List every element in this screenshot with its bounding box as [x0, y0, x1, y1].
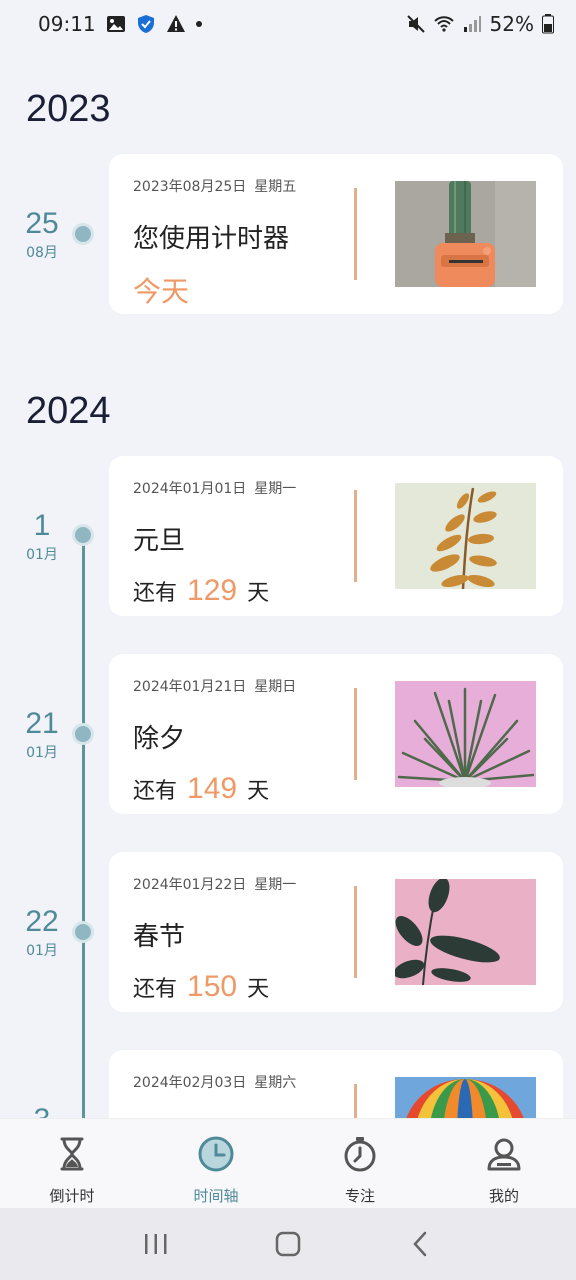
event-full-date: 2024年02月03日 星期六 — [133, 1075, 297, 1091]
event-month: 08月 — [26, 245, 58, 261]
event-image — [395, 483, 536, 589]
home-button[interactable] — [268, 1224, 308, 1264]
event-date: 22 01月 — [14, 906, 70, 960]
year-heading: 2023 — [26, 88, 111, 130]
event-card[interactable]: 2024年01月01日 星期一 元旦 还有 129 天 — [109, 456, 563, 616]
event-full-date: 2024年01月01日 星期一 — [133, 481, 297, 497]
status-time: 09:11 — [38, 12, 96, 36]
days-remaining: 129 — [187, 574, 238, 607]
recents-icon — [145, 1234, 167, 1254]
event-title: 您使用计时器 — [133, 224, 290, 254]
nav-focus[interactable]: 专注 — [288, 1119, 432, 1208]
card-divider — [354, 490, 357, 582]
days-remaining: 150 — [187, 970, 238, 1003]
event-image — [395, 879, 536, 985]
event-date: 1 01月 — [14, 510, 70, 564]
timeline-node — [72, 921, 94, 943]
nav-label: 专注 — [344, 1187, 375, 1205]
nav-timeline[interactable]: 时间轴 — [144, 1119, 288, 1208]
user-icon — [487, 1138, 521, 1171]
event-day: 1 — [33, 509, 51, 542]
event-date: 3 — [14, 1104, 70, 1119]
event-date: 21 01月 — [14, 708, 70, 762]
countdown: 还有 149 天 — [133, 772, 270, 805]
event-full-date: 2024年01月22日 星期一 — [133, 877, 297, 893]
timeline-node — [72, 723, 94, 745]
timeline-node — [72, 223, 94, 245]
year-heading: 2024 — [26, 390, 111, 432]
days-remaining: 149 — [187, 772, 238, 805]
event-date: 25 08月 — [14, 208, 70, 262]
countdown: 还有 129 天 — [133, 574, 270, 607]
card-divider — [354, 886, 357, 978]
event-full-date: 2024年01月21日 星期日 — [133, 679, 297, 695]
bottom-nav: 倒计时 时间轴 专注 我的 — [0, 1118, 576, 1208]
event-month: 01月 — [26, 943, 58, 959]
nav-label: 倒计时 — [49, 1187, 95, 1205]
event-card[interactable]: 2023年08月25日 星期五 您使用计时器 今天 — [109, 154, 563, 314]
event-month: 01月 — [26, 547, 58, 563]
shield-icon — [137, 15, 154, 33]
warning-icon — [166, 15, 185, 32]
battery-icon — [542, 14, 554, 34]
card-divider — [354, 1084, 357, 1118]
event-day: 3 — [14, 1104, 70, 1119]
event-card[interactable]: 2024年01月21日 星期日 除夕 还有 149 天 — [109, 654, 563, 814]
card-divider — [354, 688, 357, 780]
event-month: 01月 — [26, 745, 58, 761]
battery-percent: 52% — [489, 12, 534, 36]
stopwatch-icon — [344, 1137, 376, 1172]
event-card[interactable]: 2024年02月03日 星期六 — [109, 1050, 563, 1118]
status-bar: 09:11 52% — [0, 0, 576, 48]
event-title: 春节 — [133, 922, 186, 952]
gallery-icon — [106, 16, 125, 32]
nav-label: 我的 — [488, 1187, 519, 1205]
nav-profile[interactable]: 我的 — [432, 1119, 576, 1208]
event-image — [395, 1077, 536, 1118]
today-label: 今天 — [133, 275, 190, 308]
event-day: 25 — [25, 207, 59, 240]
hourglass-icon — [60, 1137, 84, 1171]
clock-icon — [198, 1136, 234, 1172]
event-day: 22 — [25, 905, 59, 938]
back-icon — [413, 1231, 427, 1257]
back-button[interactable] — [400, 1224, 440, 1264]
signal-icon — [463, 16, 481, 32]
home-icon — [275, 1231, 301, 1257]
timeline-scroll[interactable]: 2023 25 08月 2023年08月25日 星期五 您使用计时器 今天 20… — [0, 48, 576, 1118]
event-full-date: 2023年08月25日 星期五 — [133, 179, 297, 195]
timeline-node — [72, 524, 94, 546]
mute-icon — [406, 15, 425, 33]
event-title: 元旦 — [133, 526, 186, 556]
event-day: 21 — [25, 707, 59, 740]
card-divider — [354, 188, 357, 280]
nav-label: 时间轴 — [193, 1187, 239, 1205]
event-title: 除夕 — [133, 724, 186, 754]
notification-dot — [195, 21, 202, 27]
countdown: 还有 150 天 — [133, 970, 270, 1003]
recent-apps-button[interactable] — [136, 1224, 176, 1264]
event-card[interactable]: 2024年01月22日 星期一 春节 还有 150 天 — [109, 852, 563, 1012]
system-nav-bar — [0, 1208, 576, 1280]
event-image — [395, 181, 536, 287]
event-image — [395, 681, 536, 787]
nav-countdown[interactable]: 倒计时 — [0, 1119, 144, 1208]
wifi-icon — [433, 16, 454, 32]
timeline-line — [82, 535, 85, 1118]
